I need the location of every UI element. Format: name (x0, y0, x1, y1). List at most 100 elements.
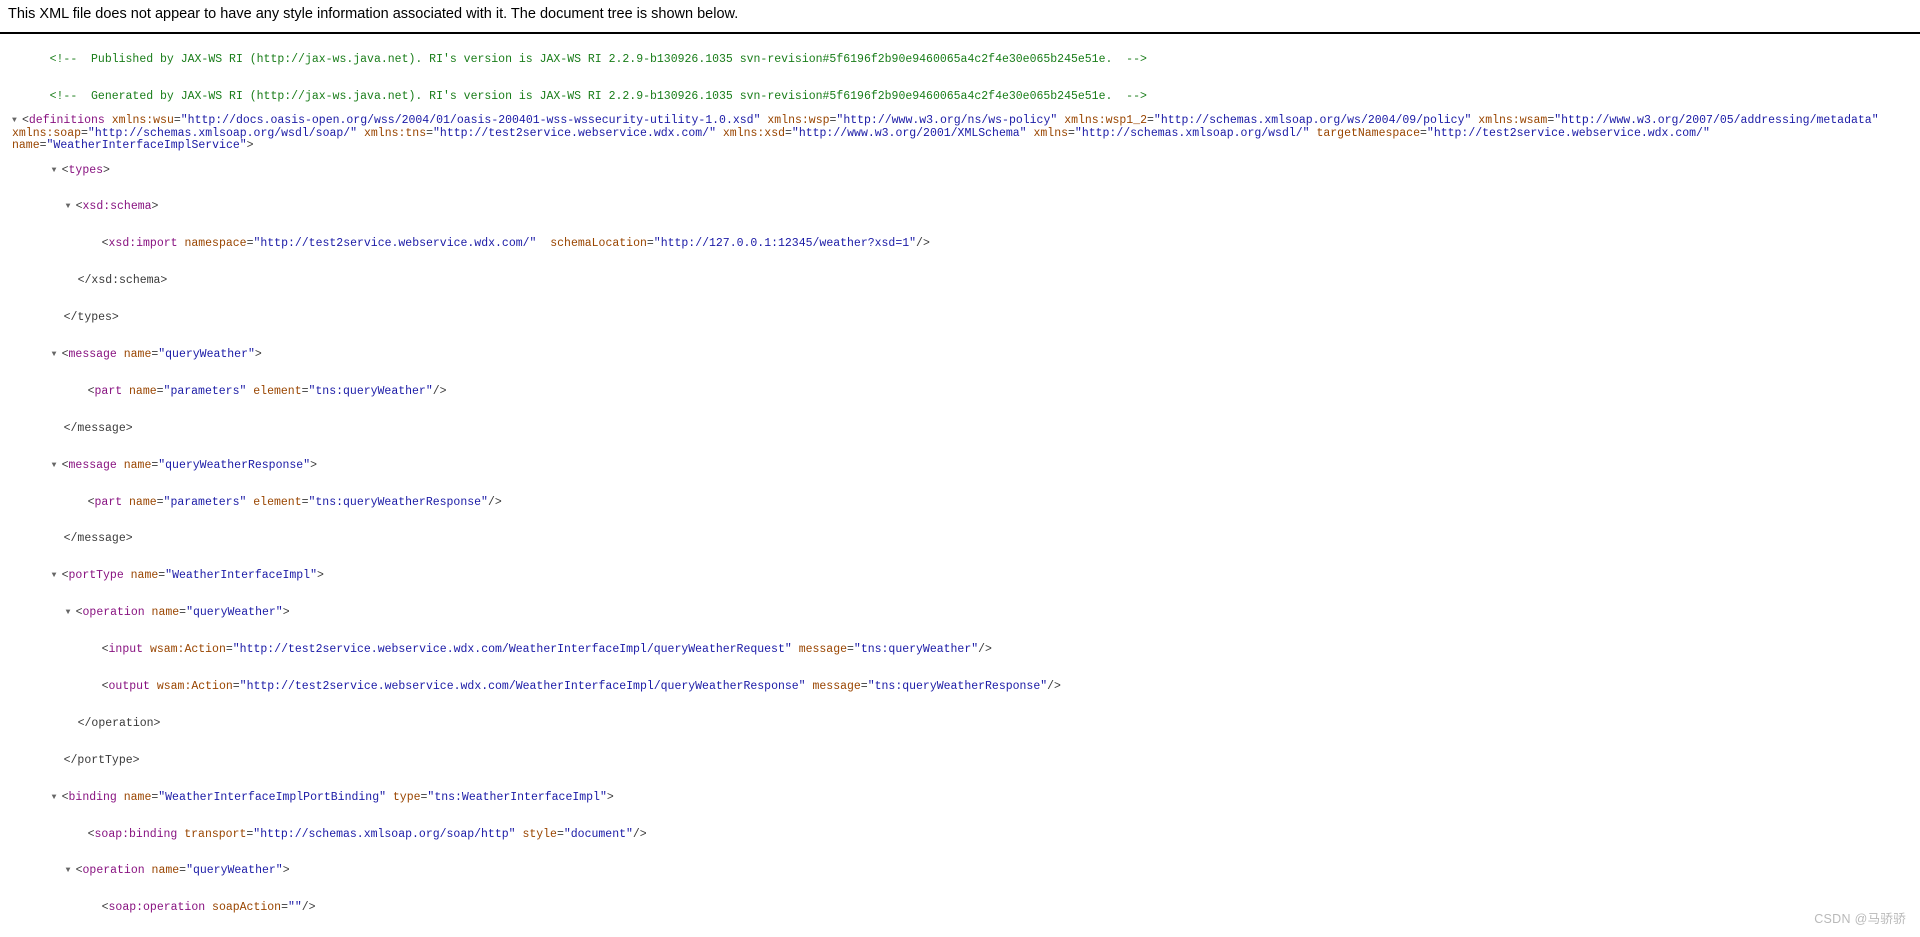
twisty-placeholder (78, 829, 88, 841)
xml-node-porttype-close: </portType> (12, 742, 1920, 779)
attr-type: type (392, 790, 421, 804)
q2: " (1050, 114, 1058, 128)
attr-xmlns-xsd: xmlns:xsd (722, 126, 786, 140)
xml-node-porttype: ▼ <portType name="WeatherInterfaceImpl"> (12, 558, 1920, 595)
q2: " (599, 790, 607, 804)
angle-close: > (103, 163, 110, 177)
value-binding-type: tns:WeatherInterfaceImpl (434, 790, 600, 804)
q2: " (784, 643, 792, 657)
q1: " (186, 864, 193, 878)
eq: = (426, 126, 434, 140)
twisty-placeholder (92, 681, 102, 693)
q2: " (481, 495, 488, 509)
value-import-namespace: http://test2service.webservice.wdx.com/ (260, 237, 530, 251)
xml-node-output: <output wsam:Action="http://test2service… (12, 669, 1920, 706)
self-close: /> (632, 827, 647, 841)
xml-node-xsd-schema-close: </xsd:schema> (12, 263, 1920, 300)
q2: " (709, 126, 716, 140)
value-wsdl-ns: http://schemas.xmlsoap.org/wsdl/ (1081, 126, 1303, 140)
eq: = (646, 237, 654, 251)
value-input-message: tns:queryWeather (860, 643, 972, 657)
close-tag: </portType> (63, 753, 140, 767)
q2: " (508, 827, 516, 841)
eq: = (173, 114, 181, 128)
xml-node-message-close: </message> (12, 410, 1920, 447)
angle-open: < (87, 827, 95, 841)
twisty-icon[interactable]: ▼ (52, 460, 62, 472)
attr-name: name (12, 138, 40, 152)
attr-message: message (812, 680, 861, 693)
value-schema-location: http://127.0.0.1:12345/weather?xsd=1 (660, 237, 910, 251)
attr-xmlns-soap: xmlns:soap (12, 126, 82, 140)
eq: = (1420, 126, 1427, 140)
q1: " (186, 606, 193, 620)
q1: " (853, 643, 861, 657)
tag-name: operation (82, 864, 145, 878)
twisty-icon[interactable]: ▼ (52, 570, 62, 582)
twisty-icon[interactable]: ▼ (66, 607, 76, 619)
eq: = (225, 643, 233, 657)
tag-name: binding (68, 790, 117, 804)
tag-name: soap:binding (94, 827, 178, 841)
attr-transport: transport (184, 827, 247, 841)
xml-node-message-close: </message> (12, 521, 1920, 558)
tag-name: types (68, 163, 104, 177)
angle-open: < (22, 114, 29, 128)
close-tag: </message> (63, 532, 133, 546)
q1: " (1426, 126, 1434, 140)
comment-text: <!-- Generated by JAX-WS RI (http://jax-… (49, 89, 1147, 103)
attr-xmlns-wsp: xmlns:wsp (767, 114, 830, 128)
twisty-icon[interactable]: ▼ (52, 165, 62, 177)
twisty-icon[interactable]: ▼ (66, 201, 76, 213)
xml-node-definitions: ▼ <definitions xmlns:wsu="http://docs.oas… (12, 115, 1920, 152)
twisty-icon[interactable]: ▼ (52, 349, 62, 361)
attr-wsam-action: wsam:Action (156, 680, 233, 693)
xml-node-soap-operation: <soap:operation soapAction=""/> (12, 890, 1920, 927)
tag-name: part (94, 495, 123, 509)
attr-style: style (522, 827, 557, 841)
q2: " (379, 790, 386, 804)
tag-name: soap:operation (108, 901, 206, 915)
eq: = (156, 384, 164, 398)
eq: = (232, 680, 240, 693)
self-close: /> (432, 384, 447, 398)
angle-close: > (606, 790, 614, 804)
self-close: /> (1047, 680, 1061, 693)
value-target-namespace: http://test2service.webservice.wdx.com/ (1433, 126, 1703, 140)
angle-open: < (101, 237, 109, 251)
tag-name: xsd:import (108, 237, 178, 251)
comment-text: <!-- Published by JAX-WS RI (http://jax-… (49, 52, 1147, 66)
angle-open: < (101, 901, 109, 915)
tag-name: operation (82, 606, 145, 620)
angle-open: < (61, 163, 69, 177)
eq: = (785, 126, 792, 140)
eq: = (281, 901, 288, 915)
eq: = (860, 680, 868, 693)
self-close: /> (978, 643, 992, 657)
attr-schema-location: schemaLocation (550, 237, 647, 251)
attr-xmlns: xmlns (1033, 126, 1068, 140)
q1: " (653, 237, 661, 251)
angle-open: < (61, 569, 69, 583)
angle-open: < (75, 200, 83, 214)
tag-name: xsd:schema (82, 200, 152, 214)
value-operation-name: queryWeather (192, 864, 276, 878)
twisty-icon[interactable]: ▼ (52, 792, 62, 804)
attr-xmlns-wsp1-2: xmlns:wsp1_2 (1064, 114, 1148, 128)
xml-node-types: ▼ <types> (12, 152, 1920, 189)
angle-open: < (87, 495, 95, 509)
value-tns-ns: http://test2service.webservice.wdx.com/ (439, 126, 710, 140)
q2: " (798, 680, 806, 693)
attr-xmlns-wsam: xmlns:wsam (1478, 114, 1548, 128)
angle-open: < (101, 680, 109, 693)
value-wsu-ns: http://docs.oasis-open.org/wss/2004/01/o… (187, 114, 754, 128)
angle-open: < (61, 347, 69, 361)
eq: = (1147, 114, 1154, 128)
attr-message: message (798, 643, 847, 657)
q1: " (180, 114, 188, 128)
angle-close: > (254, 347, 262, 361)
xml-document-tree: <!-- Published by JAX-WS RI (http://jax-… (0, 34, 1920, 937)
twisty-icon[interactable]: ▼ (66, 865, 76, 877)
value-soap-transport: http://schemas.xmlsoap.org/soap/http (260, 827, 509, 841)
q1: " (287, 901, 295, 915)
